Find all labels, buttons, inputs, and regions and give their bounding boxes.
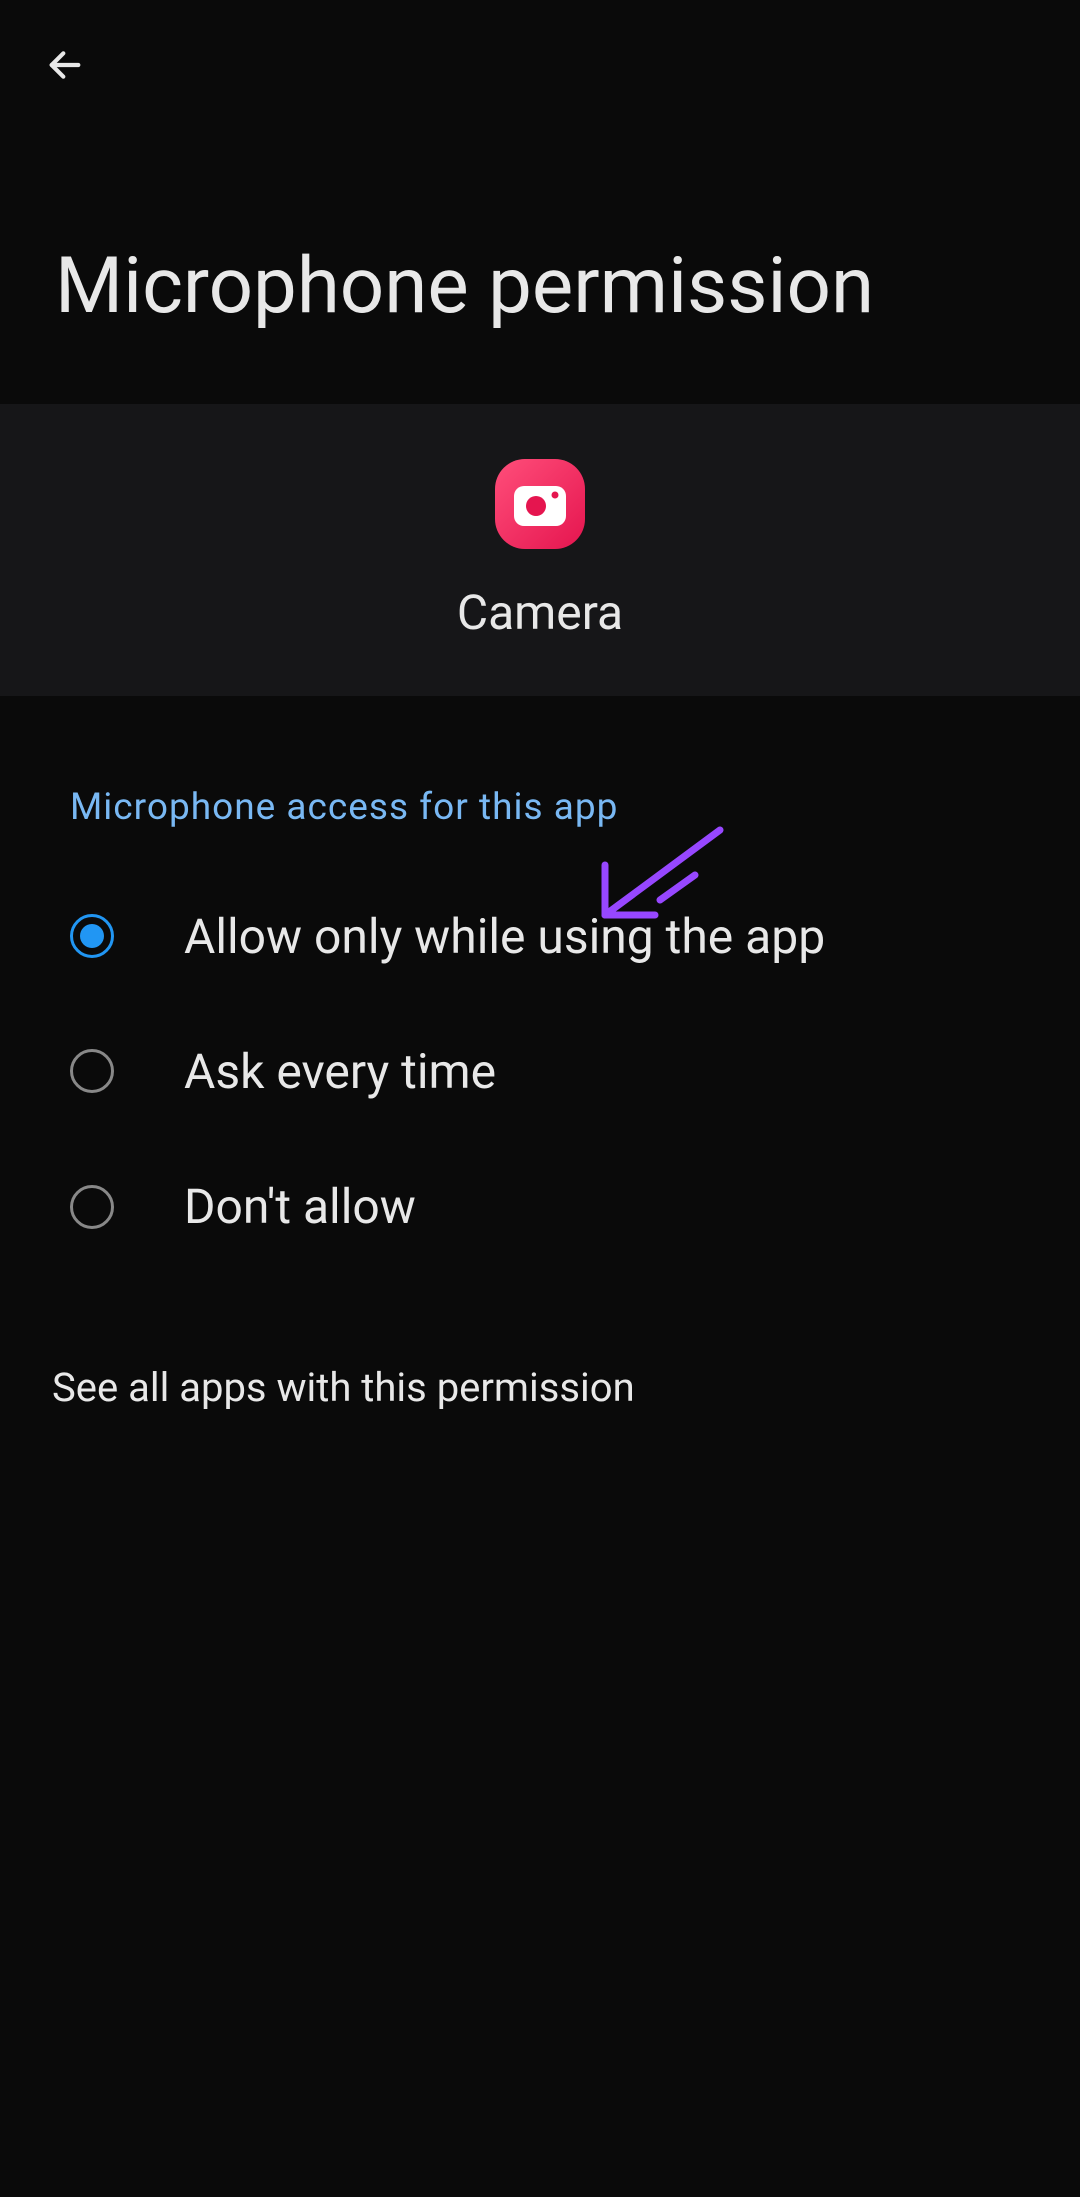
camera-app-icon — [495, 459, 585, 549]
arrow-left-icon — [45, 45, 85, 85]
section-header: Microphone access for this app — [0, 696, 1080, 849]
option-label: Don't allow — [184, 1179, 1010, 1234]
radio-button[interactable] — [70, 1185, 114, 1229]
app-name-label: Camera — [457, 584, 623, 641]
radio-button[interactable] — [70, 1049, 114, 1093]
camera-icon — [514, 482, 566, 526]
option-label: Ask every time — [184, 1044, 1010, 1099]
app-section: Camera — [0, 404, 1080, 696]
page-title: Microphone permission — [0, 90, 1080, 404]
options-list: Allow only while using the app Ask every… — [0, 849, 1080, 1295]
radio-button[interactable] — [70, 914, 114, 958]
option-label: Allow only while using the app — [184, 909, 1010, 964]
see-all-apps-link[interactable]: See all apps with this permission — [0, 1294, 1080, 1481]
back-button[interactable] — [40, 40, 90, 90]
option-allow-while-using[interactable]: Allow only while using the app — [0, 869, 1080, 1004]
radio-selected-indicator — [80, 924, 104, 948]
option-dont-allow[interactable]: Don't allow — [0, 1139, 1080, 1274]
header — [0, 0, 1080, 90]
option-ask-every-time[interactable]: Ask every time — [0, 1004, 1080, 1139]
